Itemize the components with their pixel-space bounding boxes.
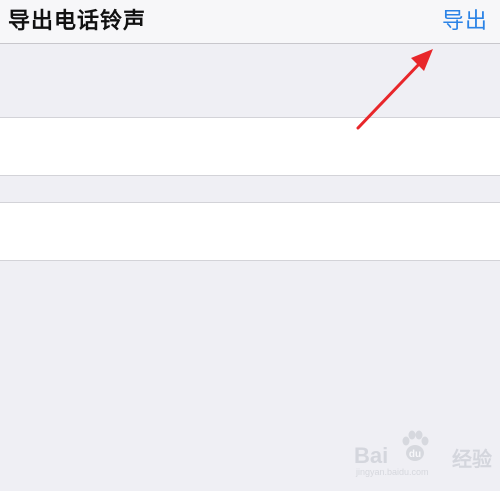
list-item[interactable] [0,202,500,261]
list-item[interactable] [0,117,500,176]
paw-icon: du [402,430,429,461]
page-title: 导出电话铃声 [8,9,147,34]
watermark-url: jingyan.baidu.com [356,467,429,477]
export-button[interactable]: 导出 [442,7,488,37]
export-ringtone-screen: 导出电话铃声 导出 Bai du 经验 jingyan.baidu.com [0,0,500,491]
navigation-bar: 导出电话铃声 导出 [0,0,500,44]
baidu-watermark: Bai du 经验 jingyan.baidu.com [352,427,492,479]
watermark-brand-right: 经验 [452,449,492,471]
watermark-brand-left: Bai [354,443,389,468]
svg-text:du: du [409,449,421,460]
